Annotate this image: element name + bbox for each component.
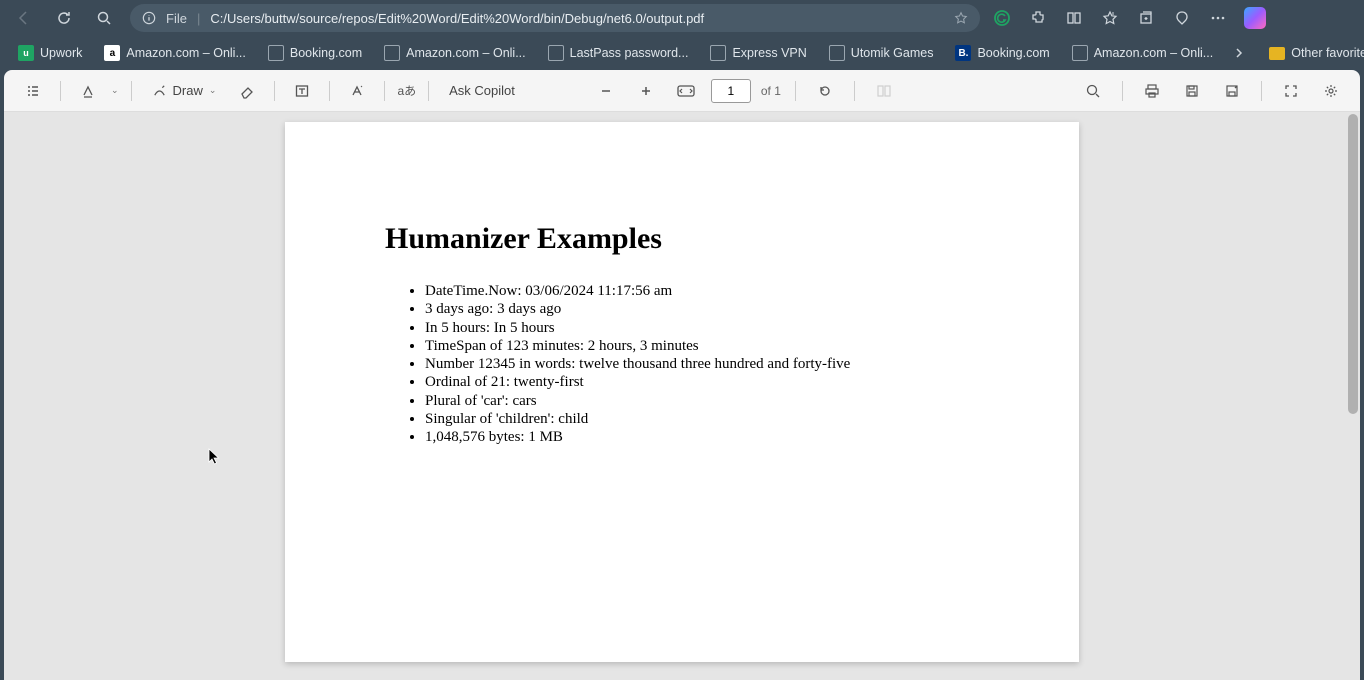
save-button[interactable] [1177, 76, 1207, 106]
bookmark-item[interactable]: LastPass password... [540, 41, 697, 65]
ask-copilot-button[interactable]: Ask Copilot [441, 79, 523, 102]
pdf-viewport[interactable]: Humanizer Examples DateTime.Now: 03/06/2… [4, 112, 1360, 680]
up-favicon: u [18, 45, 34, 61]
bookmark-label: Amazon.com – Onli... [1094, 46, 1214, 60]
split-screen-icon[interactable] [1064, 8, 1084, 28]
bookmark-item[interactable]: Amazon.com – Onli... [376, 41, 534, 65]
fit-page-button[interactable] [671, 76, 701, 106]
page-number-input[interactable] [711, 79, 751, 103]
fullscreen-button[interactable] [1276, 76, 1306, 106]
find-button[interactable] [1078, 76, 1108, 106]
list-item: 3 days ago: 3 days ago [425, 300, 979, 318]
info-icon [142, 11, 156, 25]
bookmark-item[interactable]: Express VPN [702, 41, 814, 65]
list-item: 1,048,576 bytes: 1 MB [425, 428, 979, 446]
list-item: Number 12345 in words: twelve thousand t… [425, 355, 979, 373]
back-button[interactable] [10, 4, 38, 32]
list-item: DateTime.Now: 03/06/2024 11:17:56 am [425, 282, 979, 300]
url-text: C:/Users/buttw/source/repos/Edit%20Word/… [210, 11, 944, 26]
bookmark-item[interactable]: Utomik Games [821, 41, 942, 65]
bookmark-item[interactable]: Amazon.com – Onli... [1064, 41, 1222, 65]
zoom-out-button[interactable] [591, 76, 621, 106]
search-button[interactable] [90, 4, 118, 32]
other-favorites-label: Other favorites [1291, 46, 1364, 60]
draw-dropdown-icon: ⌄ [209, 85, 217, 96]
bookmark-item[interactable]: a Amazon.com – Onli... [96, 41, 254, 65]
zoom-in-button[interactable] [631, 76, 661, 106]
bookmark-label: Booking.com [290, 46, 362, 60]
scroll-thumb[interactable] [1348, 114, 1358, 414]
highlight-dropdown-icon[interactable]: ⌄ [111, 85, 119, 96]
favorite-star-icon[interactable] [954, 11, 968, 25]
save-as-button[interactable] [1217, 76, 1247, 106]
protocol-label: File [166, 11, 187, 26]
browser-action-icons [992, 7, 1266, 29]
ask-copilot-label: Ask Copilot [449, 83, 515, 98]
more-menu-icon[interactable] [1208, 8, 1228, 28]
read-aloud-button[interactable] [342, 76, 372, 106]
page-total-label: of 1 [761, 84, 781, 98]
draw-label: Draw [173, 83, 203, 98]
pdf-viewer: ⌄ Draw ⌄ aあ Ask Copilot of 1 [4, 70, 1360, 680]
bookmark-label: Upwork [40, 46, 82, 60]
page-view-button[interactable] [869, 76, 899, 106]
list-item: TimeSpan of 123 minutes: 2 hours, 3 minu… [425, 337, 979, 355]
file-favicon [384, 45, 400, 61]
other-favorites-button[interactable]: Other favorites [1261, 42, 1364, 64]
bookmarks-bar: u Upwork a Amazon.com – Onli... Booking.com A… [0, 36, 1364, 70]
list-item: Plural of 'car': cars [425, 392, 979, 410]
bookmark-label: Express VPN [732, 46, 806, 60]
refresh-button[interactable] [50, 4, 78, 32]
erase-button[interactable] [232, 76, 262, 106]
contents-button[interactable] [18, 76, 48, 106]
address-bar[interactable]: File | C:/Users/buttw/source/repos/Edit%… [130, 4, 980, 32]
document-list: DateTime.Now: 03/06/2024 11:17:56 am3 da… [425, 282, 979, 447]
print-button[interactable] [1137, 76, 1167, 106]
extensions-icon[interactable] [1028, 8, 1048, 28]
bookmark-label: LastPass password... [570, 46, 689, 60]
pdf-toolbar: ⌄ Draw ⌄ aあ Ask Copilot of 1 [4, 70, 1360, 112]
folder-icon [1269, 47, 1285, 60]
draw-button[interactable]: Draw ⌄ [144, 79, 225, 102]
file-favicon [268, 45, 284, 61]
browser-essentials-icon[interactable] [1172, 8, 1192, 28]
bookmark-item[interactable]: Booking.com [260, 41, 370, 65]
collections-icon[interactable] [1136, 8, 1156, 28]
list-item: Singular of 'children': child [425, 410, 979, 428]
copilot-icon[interactable] [1244, 7, 1266, 29]
bookmark-item[interactable]: B. Booking.com [947, 41, 1057, 65]
pdf-page: Humanizer Examples DateTime.Now: 03/06/2… [285, 122, 1079, 662]
document-title: Humanizer Examples [385, 222, 979, 256]
file-favicon [829, 45, 845, 61]
file-favicon [1072, 45, 1088, 61]
file-favicon [548, 45, 564, 61]
bookmark-label: Amazon.com – Onli... [406, 46, 526, 60]
list-item: In 5 hours: In 5 hours [425, 319, 979, 337]
amz-favicon: a [104, 45, 120, 61]
text-box-button[interactable] [287, 76, 317, 106]
favorites-icon[interactable] [1100, 8, 1120, 28]
highlight-button[interactable] [73, 76, 103, 106]
bookmark-item[interactable]: u Upwork [10, 41, 90, 65]
bookmark-label: Booking.com [977, 46, 1049, 60]
bookmark-label: Amazon.com – Onli... [126, 46, 246, 60]
list-item: Ordinal of 21: twenty-first [425, 373, 979, 391]
browser-nav-bar: File | C:/Users/buttw/source/repos/Edit%… [0, 0, 1364, 36]
book-favicon: B. [955, 45, 971, 61]
scrollbar-vertical[interactable] [1346, 112, 1358, 680]
bookmarks-overflow-button[interactable] [1227, 47, 1251, 59]
grammarly-icon[interactable] [992, 8, 1012, 28]
bookmark-label: Utomik Games [851, 46, 934, 60]
translate-button[interactable]: aあ [397, 76, 416, 106]
rotate-button[interactable] [810, 76, 840, 106]
file-favicon [710, 45, 726, 61]
settings-button[interactable] [1316, 76, 1346, 106]
